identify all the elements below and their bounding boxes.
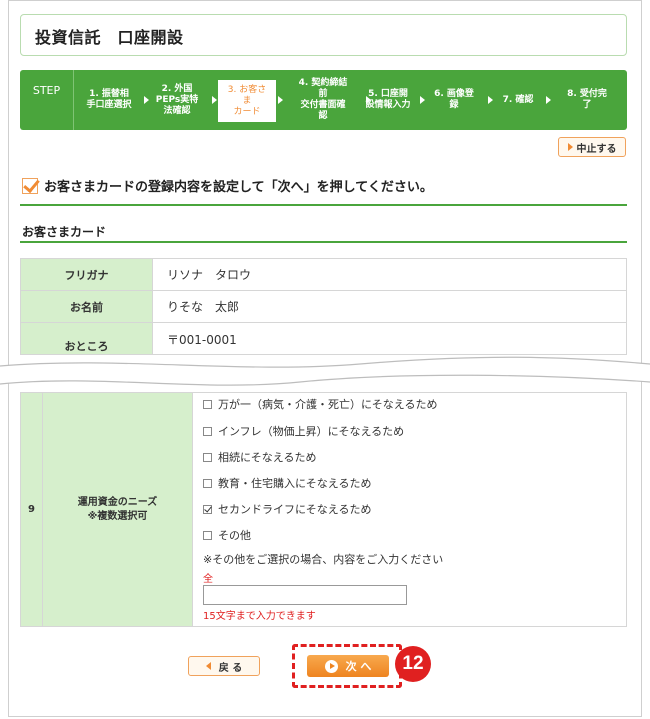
row-number: 9 <box>21 393 43 626</box>
step-item: 2. 外国 PEPs実特 法確認 <box>155 83 199 116</box>
step-item: 8. 受付完 了 <box>567 89 607 110</box>
section-title: お客さまカード <box>22 225 107 239</box>
option-checkbox[interactable] <box>203 530 212 540</box>
instruction-text: お客さまカードの登録内容を設定して「次へ」を押してください。 <box>44 180 433 195</box>
arrow-left-icon <box>205 662 211 670</box>
option-checkbox[interactable] <box>203 399 212 409</box>
instruction: お客さまカードの登録内容を設定して「次へ」を押してください。 <box>22 176 433 195</box>
back-label: 戻 る <box>218 662 243 674</box>
needs-option[interactable]: インフレ（物価上昇）にそなえるため <box>203 423 404 439</box>
page-title: 投資信託 口座開設 <box>35 28 184 47</box>
next-button[interactable]: 次 へ <box>307 655 389 677</box>
option-label: 相続にそなえるため <box>218 451 317 464</box>
option-checkbox[interactable] <box>203 478 212 488</box>
next-label: 次 へ <box>345 660 372 673</box>
back-button[interactable]: 戻 る <box>188 656 260 676</box>
step-number-badge: 12 <box>395 646 431 682</box>
step-item: 4. 契約締結 前 交付書面確 認 <box>298 78 348 121</box>
arrow-right-icon <box>567 143 573 151</box>
other-input[interactable] <box>203 585 407 605</box>
option-label: 教育・住宅購入にそなえるため <box>218 477 372 490</box>
customer-card-table: フリガナ リソナ タロウ お名前 りそな 太郎 おところ 〒001-0001 <box>20 258 627 355</box>
table-row: フリガナ リソナ タロウ <box>20 258 627 291</box>
option-label: その他 <box>218 529 251 542</box>
needs-option[interactable]: 相続にそなえるため <box>203 449 316 465</box>
step-item: 5. 口座開 設情報入力 <box>365 89 411 110</box>
furigana-label: フリガナ <box>20 258 153 291</box>
next-button-highlight: 次 へ <box>292 644 402 688</box>
needs-label-note: ※複数選択可 <box>87 510 148 522</box>
option-checkbox[interactable] <box>203 426 212 436</box>
option-checkbox[interactable] <box>203 452 212 462</box>
option-label: インフレ（物価上昇）にそなえるため <box>218 425 405 438</box>
table-row: おところ 〒001-0001 <box>20 322 627 355</box>
needs-option[interactable]: セカンドライフにそなえるため <box>203 501 371 517</box>
address-value: 〒001-0001 <box>152 322 627 355</box>
page-break-divider <box>0 356 650 386</box>
step-item: 1. 振替相 手口座選択 <box>86 89 132 110</box>
name-value: りそな 太郎 <box>152 290 627 323</box>
divider <box>20 204 627 206</box>
needs-option[interactable]: 万が一（病気・介護・死亡）にそなえるため <box>203 396 437 412</box>
step-item: 6. 画像登 録 <box>434 89 474 110</box>
table-row: お名前 りそな 太郎 <box>20 290 627 323</box>
needs-label-main: 運用資金のニーズ <box>77 496 158 508</box>
address-label: おところ <box>20 322 153 355</box>
option-label: セカンドライフにそなえるため <box>218 503 372 516</box>
step-item: 3. お客さ ま カード <box>218 80 276 122</box>
needs-table: 9 運用資金のニーズ ※複数選択可 ※その他をご選択の場合、内容をご入力ください… <box>20 392 627 627</box>
limit-note: 15文字まで入力できます <box>203 611 316 622</box>
divider <box>20 241 627 243</box>
checkbox-check-icon <box>22 177 38 194</box>
option-label: 万が一（病気・介護・死亡）にそなえるため <box>218 398 438 411</box>
needs-label: 運用資金のニーズ ※複数選択可 <box>43 393 193 626</box>
needs-option[interactable]: 教育・住宅購入にそなえるため <box>203 475 371 491</box>
cancel-label: 中止する <box>576 143 617 155</box>
title-box: 投資信託 口座開設 <box>20 14 627 56</box>
step-bar: STEP 1. 振替相 手口座選択 2. 外国 PEPs実特 法確認 3. お客さ … <box>20 70 627 130</box>
step-item: 7. 確認 <box>502 94 534 105</box>
option-checkbox[interactable] <box>203 504 212 514</box>
cancel-button[interactable]: 中止する <box>558 137 626 157</box>
step-arrow-icon <box>212 96 217 104</box>
play-icon <box>324 659 338 673</box>
other-note: ※その他をご選択の場合、内容をご入力ください <box>203 553 444 566</box>
furigana-value: リソナ タロウ <box>152 258 627 291</box>
step-label: STEP <box>20 70 74 130</box>
needs-option[interactable]: その他 <box>203 527 251 543</box>
name-label: お名前 <box>20 290 153 323</box>
